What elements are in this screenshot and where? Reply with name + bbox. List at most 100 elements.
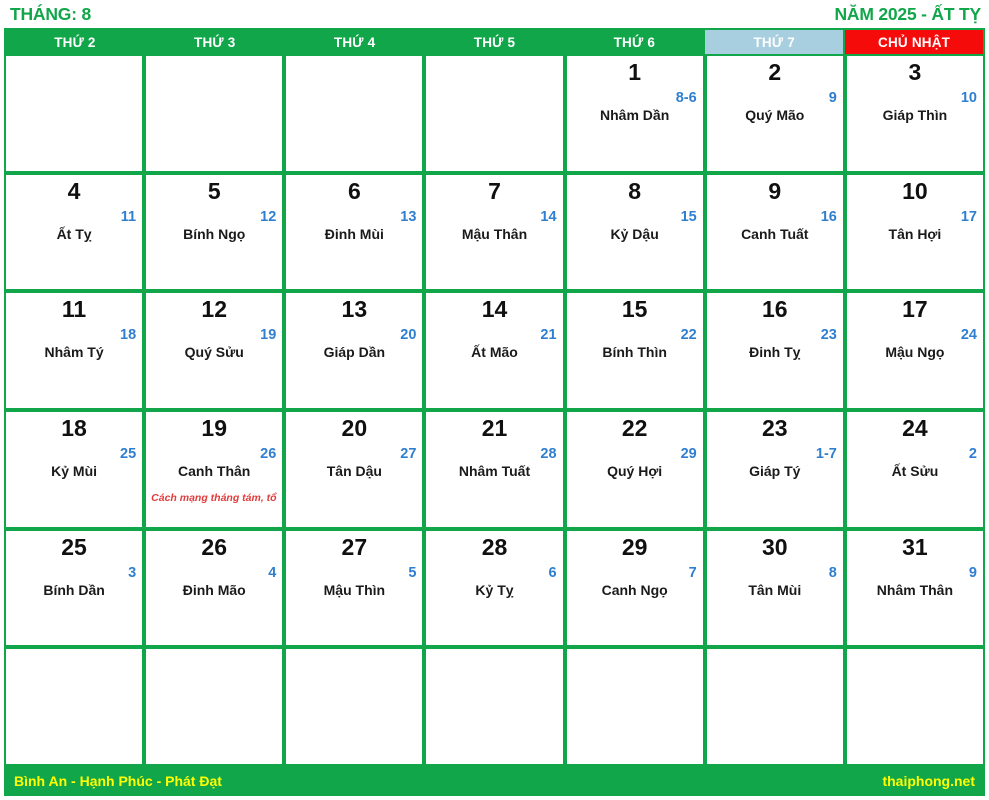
day-cell-empty bbox=[6, 56, 143, 171]
solar-day-number: 1 bbox=[628, 59, 642, 85]
can-chi-label: Bính Dần bbox=[43, 581, 105, 598]
day-cell[interactable]: 31 9 Nhâm Thân bbox=[846, 530, 983, 646]
solar-day-number: 12 bbox=[201, 296, 227, 323]
can-chi-label: Tân Hợi bbox=[888, 225, 942, 242]
day-cell[interactable]: 12 19 Quý Sửu bbox=[146, 293, 283, 408]
solar-day-number: 19 bbox=[201, 414, 227, 441]
lunar-day-number: 3 bbox=[128, 564, 137, 581]
day-cell[interactable]: 7 14 Mậu Thân bbox=[426, 174, 563, 290]
solar-day-number: 15 bbox=[621, 296, 648, 323]
can-chi-label: Nhâm Dần bbox=[600, 107, 670, 124]
lunar-day-number: 28 bbox=[540, 445, 557, 462]
day-cell[interactable]: 29 7 Canh Ngọ bbox=[566, 530, 703, 646]
day-cell-empty bbox=[426, 56, 563, 171]
can-chi-label: Quý Hợi bbox=[607, 463, 663, 480]
day-cell[interactable]: 2 9 Quý Mão bbox=[706, 56, 843, 171]
weekday-header-5: THỨ 6 bbox=[565, 30, 704, 54]
solar-day-number: 7 bbox=[488, 177, 501, 204]
solar-day-number: 8 bbox=[628, 177, 642, 204]
day-cell[interactable]: 14 21 Ất Mão bbox=[426, 293, 563, 408]
lunar-day-number: 21 bbox=[540, 327, 557, 344]
footer-website[interactable]: thaiphong.net bbox=[882, 773, 975, 789]
weekday-header-label: THỨ 5 bbox=[473, 34, 516, 50]
lunar-day-number: 17 bbox=[960, 208, 977, 225]
day-cell-empty bbox=[286, 649, 423, 764]
weekday-header-label: THỨ 2 bbox=[54, 34, 96, 50]
solar-day-number: 4 bbox=[67, 177, 81, 204]
day-cell[interactable]: 5 12 Bính Ngọ bbox=[146, 174, 283, 290]
day-cell[interactable]: 13 20 Giáp Dần bbox=[286, 293, 423, 408]
weekday-header-3: THỨ 4 bbox=[285, 30, 424, 54]
weekday-header-label: THỨ 7 bbox=[753, 34, 795, 50]
day-cell[interactable]: 21 28 Nhâm Tuất bbox=[426, 411, 563, 527]
solar-day-number: 11 bbox=[61, 296, 87, 323]
can-chi-label: Tân Mùi bbox=[748, 581, 802, 598]
day-cell[interactable]: 9 16 Canh Tuất bbox=[706, 174, 843, 290]
can-chi-label: Nhâm Thân bbox=[876, 581, 954, 598]
day-cell[interactable]: 24 2 Ất Sửu bbox=[846, 411, 983, 527]
can-chi-label: Canh Ngọ bbox=[601, 581, 668, 598]
solar-day-number: 25 bbox=[61, 533, 87, 560]
can-chi-label: Mậu Ngọ bbox=[885, 344, 945, 361]
day-cell[interactable]: 18 25 Kỷ Mùi bbox=[6, 411, 143, 527]
can-chi-label: Ất Sửu bbox=[891, 463, 939, 480]
lunar-day-number: 19 bbox=[260, 327, 277, 344]
day-cell[interactable]: 26 4 Đinh Mão bbox=[146, 530, 283, 646]
weekday-header-label: THỨ 4 bbox=[333, 34, 376, 50]
lunar-day-number: 11 bbox=[120, 208, 137, 225]
can-chi-label: Quý Sửu bbox=[184, 344, 244, 361]
lunar-day-number: 2 bbox=[968, 445, 977, 462]
lunar-day-number: 23 bbox=[820, 327, 837, 344]
lunar-day-number: 7 bbox=[688, 564, 697, 581]
calendar-footer: Bình An - Hạnh Phúc - Phát Đạt thaiphong… bbox=[4, 766, 985, 796]
day-cell[interactable]: 25 3 Bính Dần bbox=[6, 530, 143, 646]
day-cell-empty bbox=[146, 649, 283, 764]
day-cell[interactable]: 3 10 Giáp Thìn bbox=[846, 56, 983, 171]
lunar-day-number: 22 bbox=[680, 327, 697, 344]
day-cell[interactable]: 17 24 Mậu Ngọ bbox=[846, 293, 983, 408]
day-cell[interactable]: 23 1-7 Giáp Tý bbox=[706, 411, 843, 527]
can-chi-label: Giáp Thìn bbox=[882, 107, 948, 124]
day-cell[interactable]: 20 27 Tân Dậu bbox=[286, 411, 423, 527]
lunar-day-number: 14 bbox=[540, 208, 557, 225]
day-cell[interactable]: 22 29 Quý Hợi bbox=[566, 411, 703, 527]
calendar-grid: THỨ 2 THỨ 3 THỨ 4 THỨ 5 THỨ 6 THỨ 7 CHỦ NHẬT 1… bbox=[4, 28, 985, 766]
calendar-title-bar: THÁNG: 8 NĂM 2025 - ẤT TỴ bbox=[0, 0, 989, 28]
day-cell[interactable]: 16 23 Đinh Tỵ bbox=[706, 293, 843, 408]
day-cell[interactable]: 8 15 Kỷ Dậu bbox=[566, 174, 703, 290]
can-chi-label: Bính Ngọ bbox=[183, 225, 246, 242]
day-cell[interactable]: 4 11 Ất Tỵ bbox=[6, 174, 143, 290]
can-chi-label: Đinh Mùi bbox=[324, 225, 384, 242]
solar-day-number: 26 bbox=[201, 533, 227, 560]
day-cell[interactable]: 28 6 Kỷ Tỵ bbox=[426, 530, 563, 646]
can-chi-label: Mậu Thân bbox=[461, 225, 528, 242]
lunar-day-number: 8 bbox=[828, 564, 837, 581]
day-cell[interactable]: 27 5 Mậu Thìn bbox=[286, 530, 423, 646]
day-cell-empty bbox=[6, 649, 143, 764]
lunar-day-number: 27 bbox=[400, 445, 417, 462]
solar-day-number: 20 bbox=[341, 414, 368, 441]
day-cell[interactable]: 30 8 Tân Mùi bbox=[706, 530, 843, 646]
solar-day-number: 17 bbox=[902, 296, 928, 323]
day-cell[interactable]: 11 18 Nhâm Tý bbox=[6, 293, 143, 408]
day-cell-empty bbox=[146, 56, 283, 171]
can-chi-label: Giáp Dần bbox=[323, 344, 386, 361]
solar-day-number: 21 bbox=[481, 414, 508, 441]
lunar-day-number: 13 bbox=[400, 208, 417, 225]
lunar-day-number: 1-7 bbox=[815, 445, 837, 462]
day-cell[interactable]: 10 17 Tân Hợi bbox=[846, 174, 983, 290]
day-cell[interactable]: 15 22 Bính Thìn bbox=[566, 293, 703, 408]
day-cell[interactable]: 1 8-6 Nhâm Dần bbox=[566, 56, 703, 171]
solar-day-number: 28 bbox=[481, 533, 508, 560]
lunar-day-number: 4 bbox=[268, 564, 277, 581]
solar-day-number: 31 bbox=[902, 533, 928, 560]
can-chi-label: Kỷ Dậu bbox=[610, 225, 659, 242]
day-cell[interactable]: 6 13 Đinh Mùi bbox=[286, 174, 423, 290]
can-chi-label: Bính Thìn bbox=[602, 344, 667, 361]
year-title: NĂM 2025 - ẤT TỴ bbox=[834, 3, 981, 24]
can-chi-label: Tân Dậu bbox=[326, 463, 382, 480]
can-chi-label: Canh Thân bbox=[178, 463, 251, 480]
day-cell[interactable]: 19 26 Canh Thân Cách mạng tháng tám, tổ bbox=[146, 411, 283, 527]
lunar-day-number: 10 bbox=[960, 90, 977, 106]
lunar-day-number: 18 bbox=[120, 327, 137, 344]
